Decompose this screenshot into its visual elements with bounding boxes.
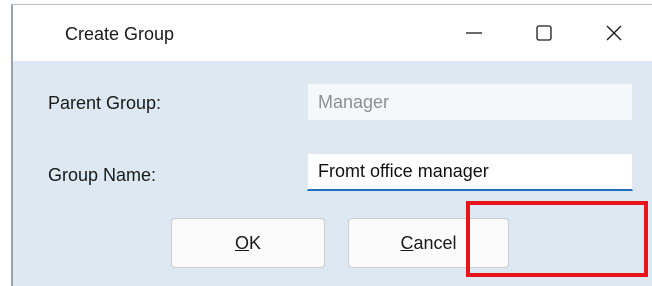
maximize-icon (536, 25, 552, 41)
ok-button-label: OK (234, 232, 262, 253)
close-icon (606, 25, 622, 41)
minimize-button[interactable] (439, 5, 509, 61)
group-name-input[interactable] (307, 153, 633, 191)
ok-button[interactable]: OK (171, 218, 325, 268)
cancel-button-label: Cancel (400, 232, 457, 253)
group-name-label: Group Name: (48, 165, 157, 185)
title-bar[interactable]: Create Group (13, 5, 652, 61)
cancel-button[interactable]: Cancel (348, 218, 509, 268)
parent-group-label: Parent Group: (48, 93, 162, 113)
dialog-title: Create Group (65, 24, 175, 44)
minimize-icon (466, 32, 482, 34)
close-button[interactable] (579, 5, 649, 61)
create-group-dialog: Create Group Parent Group: Group Name: O… (11, 4, 652, 286)
maximize-button[interactable] (509, 5, 579, 61)
parent-group-field (307, 83, 633, 121)
